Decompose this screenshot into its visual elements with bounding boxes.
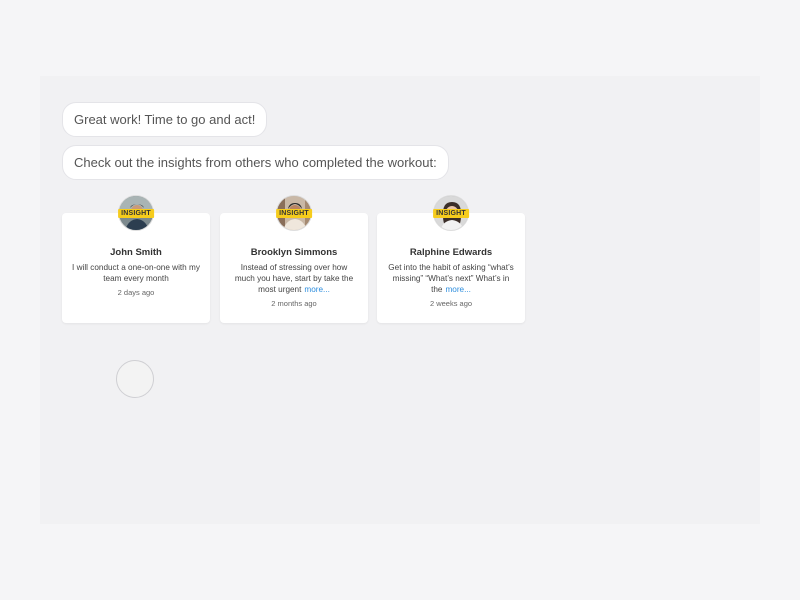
- more-link[interactable]: more...: [445, 285, 470, 294]
- author-name: Ralphine Edwards: [409, 247, 493, 258]
- avatar-container: INSIGHT: [276, 195, 312, 231]
- timestamp: 2 days ago: [117, 288, 155, 297]
- insight-badge: INSIGHT: [276, 209, 312, 218]
- insight-badge: INSIGHT: [118, 209, 154, 218]
- more-link[interactable]: more...: [304, 285, 329, 294]
- insight-text: Instead of stressing over how much you h…: [230, 262, 358, 295]
- insight-body: I will conduct a one-on-one with my team…: [72, 263, 200, 283]
- timestamp: 2 weeks ago: [429, 299, 473, 308]
- author-name: Brooklyn Simmons: [250, 247, 338, 258]
- insight-body: Instead of stressing over how much you h…: [234, 263, 354, 294]
- insight-card[interactable]: INSIGHT Brooklyn Simmons Instead of stre…: [220, 195, 368, 323]
- avatar-container: INSIGHT: [433, 195, 469, 231]
- chat-message-insights-intro: Check out the insights from others who c…: [62, 145, 449, 180]
- insight-text: I will conduct a one-on-one with my team…: [72, 262, 200, 284]
- insight-card[interactable]: INSIGHT Ralphine Edwards Get into the ha…: [377, 195, 525, 323]
- chat-message-congrats: Great work! Time to go and act!: [62, 102, 268, 137]
- author-name: John Smith: [110, 247, 162, 258]
- circle-button[interactable]: [116, 360, 154, 398]
- avatar-container: INSIGHT: [118, 195, 154, 231]
- insight-badge: INSIGHT: [433, 209, 469, 218]
- timestamp: 2 months ago: [271, 299, 317, 308]
- insight-card[interactable]: INSIGHT John Smith I will conduct a one-…: [62, 195, 210, 323]
- insight-text: Get into the habit of asking “what’s mis…: [387, 262, 515, 295]
